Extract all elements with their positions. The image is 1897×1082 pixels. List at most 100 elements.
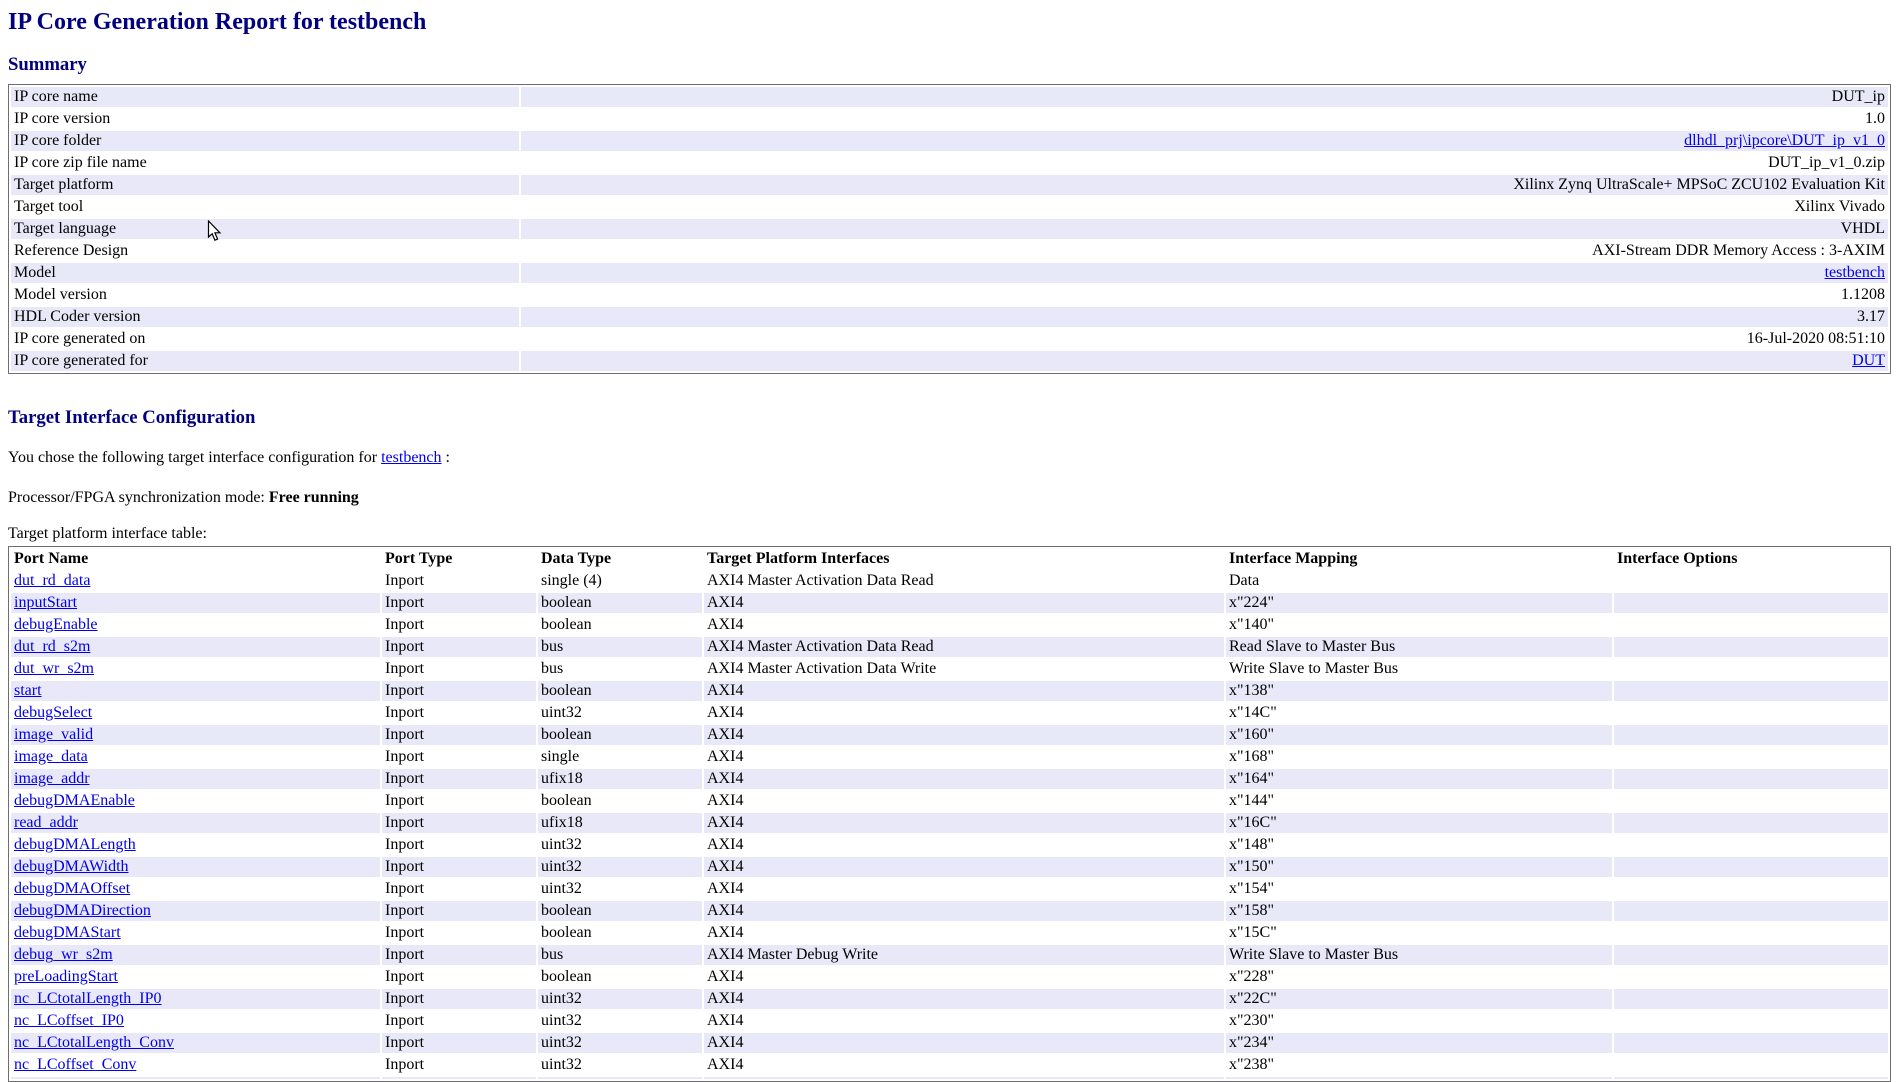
port-name-cell: debugEnable [11, 615, 380, 635]
summary-heading: Summary [8, 54, 87, 75]
target-platform-interface-cell: AXI4 [704, 769, 1224, 789]
port-link[interactable]: preLoadingStart [14, 968, 118, 985]
port-link[interactable]: inputStart [14, 594, 77, 611]
intro-prefix-text: You chose the following target interface… [8, 449, 382, 466]
data-type-cell: uint32 [538, 989, 702, 1009]
summary-value-cell: AXI-Stream DDR Memory Access : 3-AXIM [1592, 242, 1885, 259]
port-type-cell: Inport [385, 660, 425, 677]
interface-options-cell [1614, 571, 1888, 591]
interface-mapping-cell: x"16C" [1226, 813, 1612, 833]
interface-mapping-cell: x"154" [1229, 880, 1275, 897]
data-type-cell: boolean [538, 681, 702, 701]
ports-table-row: debugDMAWidth Inport uint32 AXI4 x"150" [11, 857, 1888, 877]
interface-mapping-cell: x"228" [1229, 968, 1275, 985]
ports-table-row: debugSelect Inport uint32 AXI4 x"14C" [11, 703, 1888, 723]
interface-options-cell [1614, 923, 1888, 943]
port-link[interactable]: nc_LCoffset_IP0 [14, 1012, 124, 1029]
port-link[interactable]: read_addr [14, 814, 78, 831]
port-name-cell: nc_LCoffset_IP0 [11, 1011, 380, 1031]
data-type-cell: ufix18 [538, 813, 702, 833]
target-platform-interface-cell: AXI4 [704, 1033, 1224, 1053]
testbench-model-link[interactable]: testbench [381, 449, 441, 466]
target-platform-interface-cell: AXI4 [707, 968, 744, 985]
port-link[interactable]: debugEnable [14, 616, 98, 633]
interface-options-cell [1614, 901, 1888, 921]
interface-options-cell [1614, 835, 1888, 855]
interface-options-cell [1614, 989, 1888, 1009]
port-link[interactable]: nc_LCoffset_Conv [14, 1056, 136, 1073]
ports-table-row: debugDMAStart Inport boolean AXI4 x"15C" [11, 923, 1888, 943]
port-type-cell: Inport [382, 725, 536, 745]
port-link[interactable]: debugDMAOffset [14, 880, 130, 897]
summary-value-cell: 1.0 [1865, 110, 1885, 127]
target-platform-interface-cell: AXI4 [704, 725, 1224, 745]
summary-value-cell: DUT [521, 351, 1888, 371]
ports-table-row: dut_rd_s2m Inport bus AXI4 Master Activatio… [11, 637, 1888, 657]
data-type-cell: boolean [541, 924, 592, 941]
interface-options-cell [1614, 659, 1888, 679]
port-link[interactable]: image_valid [14, 726, 93, 743]
interface-options-cell [1614, 1055, 1888, 1075]
data-type-cell: boolean [541, 968, 592, 985]
ports-column-header: Data Type [541, 550, 612, 567]
port-link[interactable]: debugDMAStart [14, 924, 121, 941]
empty-cell [1614, 1077, 1888, 1079]
port-type-cell: Inport [385, 880, 425, 897]
summary-value-cell: 1.1208 [1841, 286, 1885, 303]
data-type-cell: boolean [541, 616, 592, 633]
interface-mapping-cell: x"14C" [1229, 704, 1277, 721]
port-name-cell: image_valid [11, 725, 380, 745]
summary-value-cell: Xilinx Vivado [1794, 198, 1885, 215]
port-link[interactable]: debugSelect [14, 704, 92, 721]
empty-cell [1226, 1077, 1612, 1079]
data-type-cell: boolean [538, 593, 702, 613]
port-type-cell: Inport [385, 748, 425, 765]
intro-suffix-text: : [441, 449, 450, 466]
interface-mapping-cell: Read Slave to Master Bus [1226, 637, 1612, 657]
port-link[interactable]: debugDMAWidth [14, 858, 129, 875]
target-platform-interface-cell: AXI4 Master Activation Data Read [704, 637, 1224, 657]
port-link[interactable]: image_addr [14, 770, 90, 787]
target-platform-interface-cell: AXI4 [707, 924, 744, 941]
target-interface-configuration-heading: Target Interface Configuration [8, 407, 256, 428]
port-link[interactable]: debugDMAEnable [14, 792, 135, 809]
port-type-cell: Inport [382, 681, 536, 701]
port-type-cell: Inport [385, 792, 425, 809]
target-platform-interface-cell: AXI4 [707, 1012, 744, 1029]
summary-row: IP core folder dlhdl_prj\ipcore\DUT_ip_v1… [11, 131, 1888, 151]
ports-column-header: Interface Mapping [1229, 550, 1358, 567]
summary-row: Model testbench [11, 263, 1888, 283]
port-link[interactable]: nc_LCtotalLength_Conv [14, 1034, 174, 1051]
target-platform-interface-cell: AXI4 [704, 857, 1224, 877]
target-platform-interface-cell: AXI4 [704, 593, 1224, 613]
interface-options-cell [1614, 1011, 1888, 1031]
port-link[interactable]: image_data [14, 748, 88, 765]
data-type-cell: bus [538, 945, 702, 965]
port-link[interactable]: dut_rd_data [14, 572, 90, 589]
port-link[interactable]: debugDMALength [14, 836, 136, 853]
interface-mapping-cell: Data [1229, 572, 1260, 589]
summary-value-link[interactable]: DUT [1852, 352, 1885, 369]
summary-label-cell: IP core name [11, 87, 519, 107]
port-link[interactable]: debugDMADirection [14, 902, 151, 919]
port-link[interactable]: start [14, 682, 42, 699]
interface-mapping-cell: x"144" [1229, 792, 1275, 809]
target-platform-interface-cell: AXI4 [704, 989, 1224, 1009]
port-name-cell: debugDMALength [11, 835, 380, 855]
ports-table-row: debugDMAOffset Inport uint32 AXI4 x"154" [11, 879, 1888, 899]
summary-value-link[interactable]: testbench [1825, 264, 1885, 281]
target-platform-interface-cell: AXI4 [707, 836, 744, 853]
summary-label-cell: Target tool [14, 198, 84, 215]
port-link[interactable]: debug_wr_s2m [14, 946, 113, 963]
ports-table-row: nc_LCoffset_IP0 Inport uint32 AXI4 x"230" [11, 1011, 1888, 1031]
port-link[interactable]: nc_LCtotalLength_IP0 [14, 990, 162, 1007]
port-link[interactable]: dut_wr_s2m [14, 660, 94, 677]
port-name-cell: dut_rd_s2m [11, 637, 380, 657]
port-name-cell: dut_rd_data [11, 571, 380, 591]
target-platform-interface-cell: AXI4 [704, 813, 1224, 833]
interface-mapping-cell: x"234" [1226, 1033, 1612, 1053]
summary-value-link[interactable]: dlhdl_prj\ipcore\DUT_ip_v1_0 [1684, 132, 1885, 149]
data-type-cell: uint32 [541, 1012, 582, 1029]
port-link[interactable]: dut_rd_s2m [14, 638, 90, 655]
port-name-cell: start [11, 681, 380, 701]
